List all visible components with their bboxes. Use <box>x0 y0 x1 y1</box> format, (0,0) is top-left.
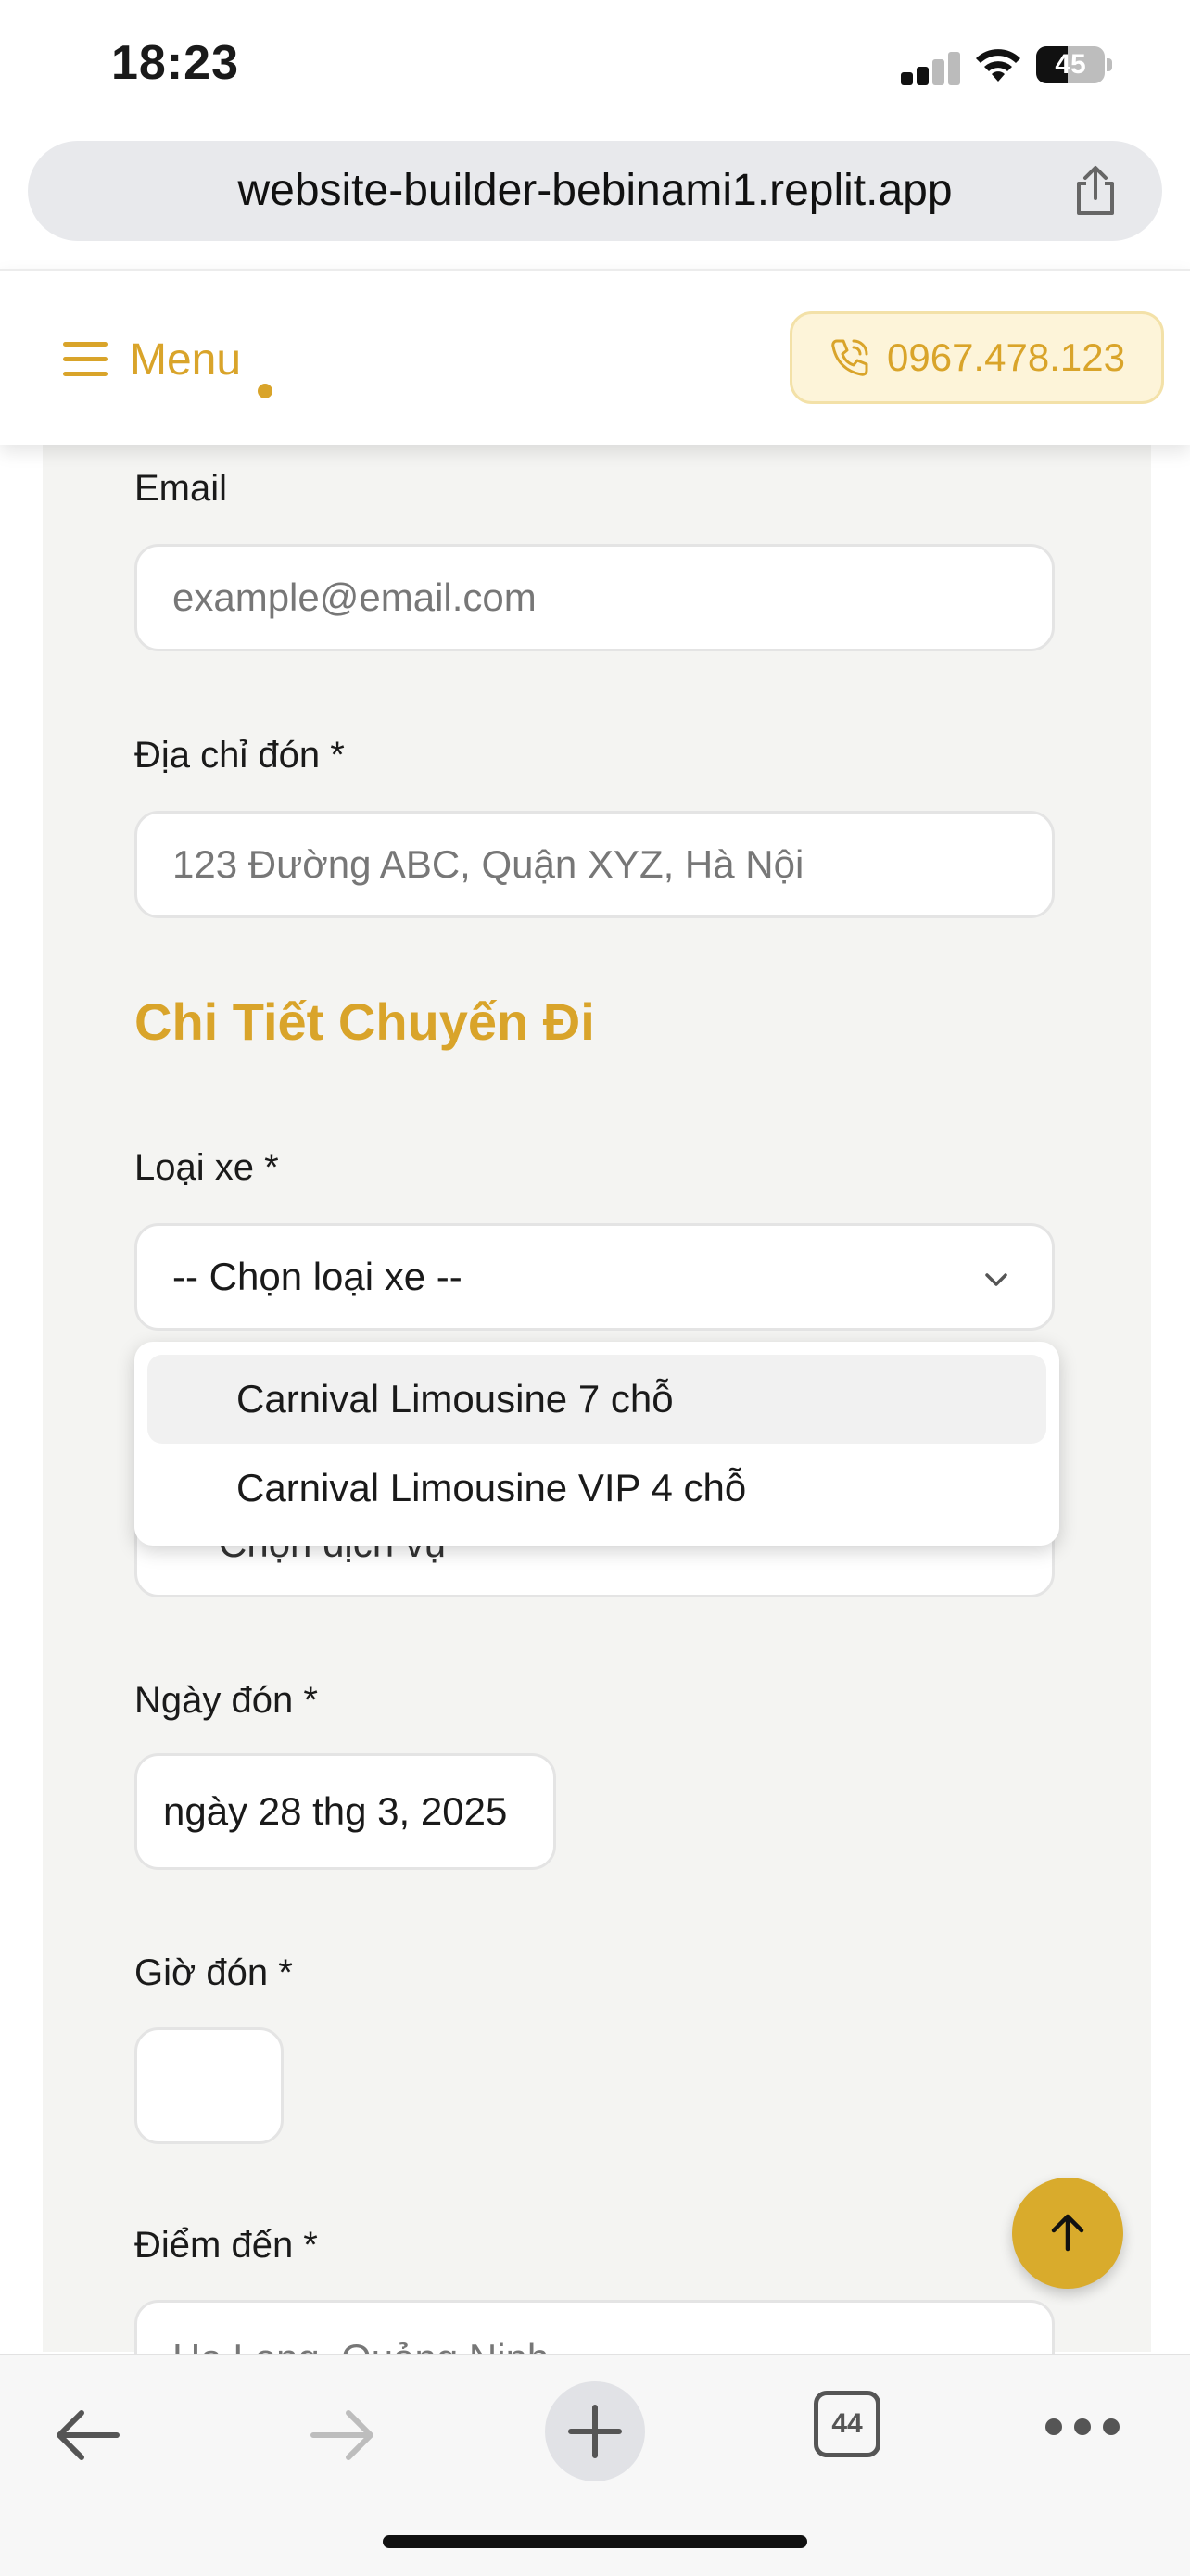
phone-icon <box>831 339 868 376</box>
vehicle-type-dropdown: Carnival Limousine 7 chỗ Carnival Limous… <box>134 1342 1059 1546</box>
address-bar[interactable]: website-builder-bebinami1.replit.app <box>28 141 1162 241</box>
vehicle-option[interactable]: Carnival Limousine VIP 4 chỗ <box>147 1444 1046 1533</box>
home-indicator <box>383 2535 807 2548</box>
plus-icon <box>568 2405 622 2458</box>
pickup-time-input[interactable] <box>134 2027 284 2144</box>
hamburger-icon <box>63 342 108 377</box>
pickup-address-field[interactable]: 123 Đường ABC, Quận XYZ, Hà Nội <box>134 811 1055 918</box>
vehicle-type-label: Loại xe * <box>134 1147 279 1188</box>
status-bar: 18:23 45 <box>0 0 1190 139</box>
email-field[interactable]: example@email.com <box>134 544 1055 651</box>
trip-details-title: Chi Tiết Chuyến Đi <box>134 992 595 1051</box>
back-arrow-icon[interactable] <box>39 2385 139 2485</box>
vehicle-type-value: -- Chọn loại xe -- <box>172 1255 462 1298</box>
pickup-date-label: Ngày đón * <box>134 1680 318 1721</box>
email-label: Email <box>134 468 228 509</box>
forward-arrow-icon[interactable] <box>291 2385 391 2485</box>
pickup-time-label: Giờ đón * <box>134 1952 293 1993</box>
share-icon[interactable] <box>1068 163 1123 219</box>
cellular-signal-icon <box>901 52 960 85</box>
new-tab-button[interactable] <box>545 2381 645 2481</box>
pickup-date-input[interactable]: ngày 28 thg 3, 2025 <box>134 1753 556 1870</box>
arrow-up-icon <box>1051 2214 1084 2252</box>
menu-indicator-dot <box>258 384 272 398</box>
battery-icon: 45 <box>1036 46 1112 83</box>
phone-number: 0967.478.123 <box>887 335 1125 379</box>
scroll-to-top-button[interactable] <box>1012 2178 1123 2289</box>
vehicle-type-select[interactable]: -- Chọn loại xe -- <box>134 1223 1055 1331</box>
pickup-address-label: Địa chỉ đón * <box>134 735 345 776</box>
tabs-count-button[interactable]: 44 <box>814 2391 880 2457</box>
menu-button[interactable]: Menu <box>63 332 241 387</box>
chevron-down-icon <box>985 1273 1007 1286</box>
url-text[interactable]: website-builder-bebinami1.replit.app <box>28 141 1162 241</box>
site-header: Menu 0967.478.123 <box>0 269 1190 445</box>
battery-level: 45 <box>1055 49 1086 80</box>
destination-label: Điểm đến * <box>134 2225 318 2266</box>
wifi-icon <box>976 49 1020 82</box>
vehicle-option[interactable]: Carnival Limousine 7 chỗ <box>147 1355 1046 1444</box>
phone-call-button[interactable]: 0967.478.123 <box>790 311 1164 404</box>
more-options-icon[interactable] <box>1045 2418 1120 2437</box>
status-time: 18:23 <box>111 36 239 90</box>
menu-label: Menu <box>130 335 242 385</box>
